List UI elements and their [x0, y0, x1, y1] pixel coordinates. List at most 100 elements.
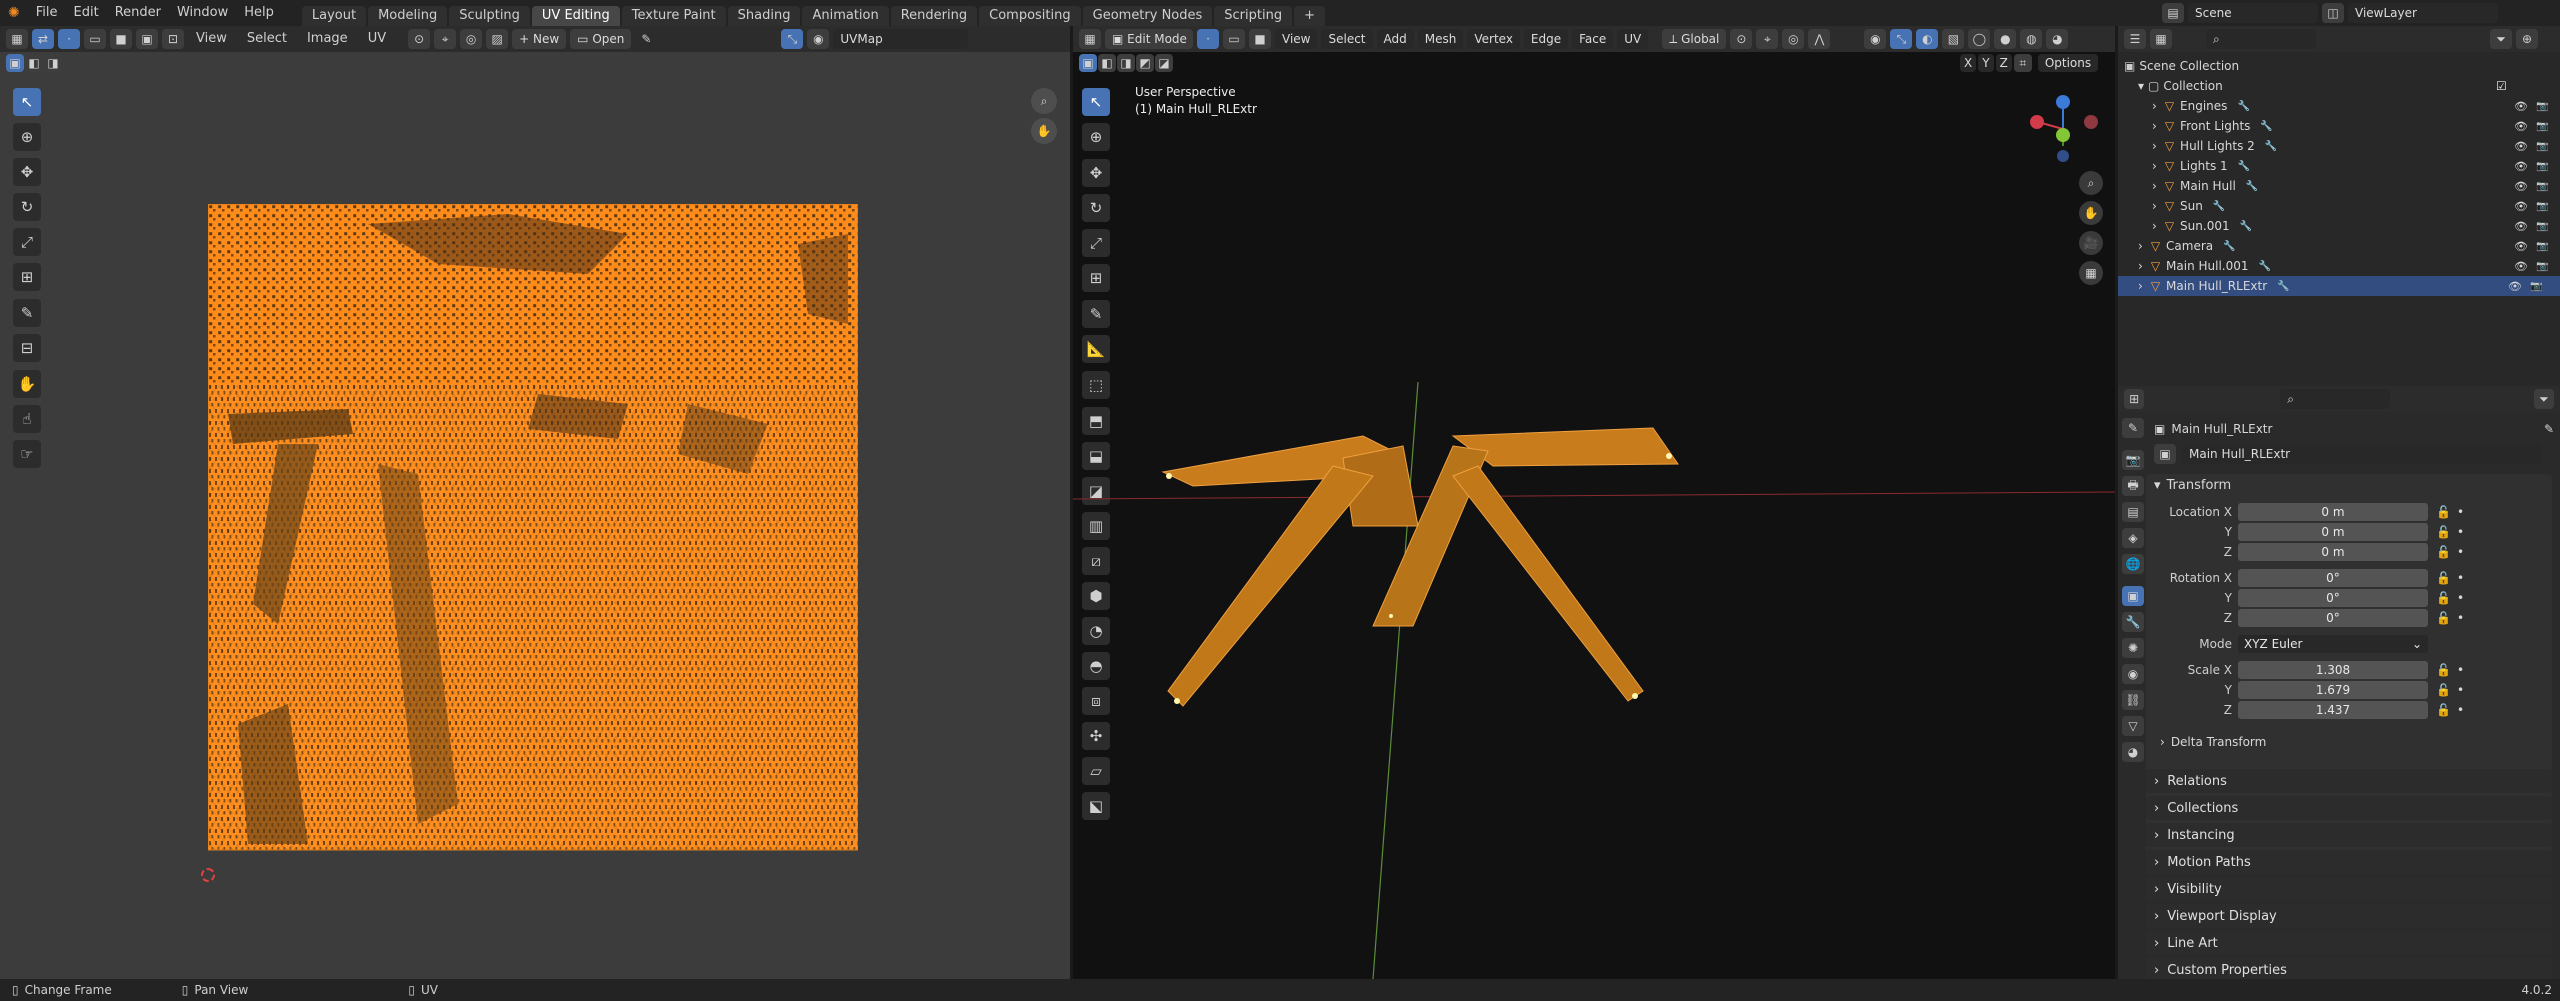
snap-icon[interactable]: ⌖ — [434, 29, 457, 49]
tab-uv-editing[interactable]: UV Editing — [531, 6, 620, 26]
panel-expand-icon[interactable]: › — [2154, 828, 2159, 843]
panel-expand-icon[interactable]: › — [2154, 963, 2159, 978]
lock-rotation-x-icon[interactable]: 🔓 — [2436, 571, 2451, 585]
render-tab-icon[interactable]: 📷 — [2122, 450, 2144, 470]
properties-panel[interactable]: › Instancing — [2146, 823, 2552, 847]
rip-tool-icon[interactable]: ⊟ — [13, 334, 41, 362]
menu-render[interactable]: Render — [107, 0, 169, 26]
location-x-field[interactable]: 0 m — [2238, 503, 2428, 521]
rotation-z-field[interactable]: 0° — [2238, 609, 2428, 627]
eye-icon[interactable]: 👁 — [2508, 280, 2522, 293]
edge-mode-icon[interactable]: ▭ — [1223, 29, 1245, 49]
sync-selection-icon[interactable]: ⇄ — [32, 29, 54, 49]
mode-selector[interactable]: ▣ Edit Mode — [1105, 29, 1193, 49]
view-layer-icon[interactable]: ◫ — [2322, 3, 2344, 23]
select-extend-icon[interactable]: ◧ — [25, 54, 43, 72]
vertex-select-icon[interactable]: · — [58, 29, 80, 49]
xray-icon[interactable]: ▧ — [1942, 29, 1965, 49]
keyframe-location-x-icon[interactable]: • — [2457, 505, 2464, 519]
tab-shading[interactable]: Shading — [727, 6, 801, 26]
uv-gizmo-icon[interactable]: ⤡ — [781, 29, 804, 49]
editor-type-icon[interactable]: ▦ — [6, 29, 28, 49]
open-image-button[interactable]: ▭ Open — [570, 29, 632, 49]
tab-animation[interactable]: Animation — [802, 6, 889, 26]
uv-menu-view[interactable]: View — [188, 26, 235, 52]
object-tab-icon[interactable]: ▣ — [2122, 586, 2144, 606]
tab-layout[interactable]: Layout — [301, 6, 367, 26]
lock-rotation-y-icon[interactable]: 🔓 — [2436, 591, 2451, 605]
physics-tab-icon[interactable]: ◉ — [2122, 664, 2144, 684]
world-tab-icon[interactable]: 🌐 — [2122, 554, 2144, 574]
visibility-icon[interactable]: ◉ — [1864, 29, 1887, 49]
modifier-icon[interactable]: 🔧 — [2213, 201, 2225, 212]
expand-arrow-icon[interactable]: › — [2152, 179, 2157, 193]
tab-texture-paint[interactable]: Texture Paint — [621, 6, 726, 26]
panel-expand-icon[interactable]: › — [2154, 936, 2159, 951]
image-browse-icon[interactable]: ▨ — [486, 29, 509, 49]
properties-panel[interactable]: › Visibility — [2146, 877, 2552, 901]
pivot-point-icon[interactable]: ⊙ — [1730, 29, 1753, 49]
eye-icon[interactable]: 👁 — [2514, 200, 2528, 213]
outliner-item[interactable]: › ▽ Main Hull 🔧 👁 📷 — [2124, 176, 2560, 196]
panel-expand-icon[interactable]: › — [2154, 909, 2159, 924]
properties-panel[interactable]: › Viewport Display — [2146, 904, 2552, 928]
camera-render-icon[interactable]: 📷 — [2536, 101, 2548, 112]
modifier-icon[interactable]: 🔧 — [2246, 181, 2258, 192]
edge-select-icon[interactable]: ▭ — [84, 29, 106, 49]
properties-panel[interactable]: › Relations — [2146, 769, 2552, 793]
uv-overlay-icon[interactable]: ◉ — [807, 29, 830, 49]
menu-edit[interactable]: Edit — [66, 0, 107, 26]
vp-menu-vertex[interactable]: Vertex — [1467, 29, 1520, 49]
eye-icon[interactable]: 👁 — [2514, 120, 2528, 133]
tab-modeling[interactable]: Modeling — [368, 6, 448, 26]
rotation-x-field[interactable]: 0° — [2238, 569, 2428, 587]
constraints-tab-icon[interactable]: ⛓ — [2122, 690, 2144, 710]
lock-location-x-icon[interactable]: 🔓 — [2436, 505, 2451, 519]
outliner-search-input[interactable]: ⌕ — [2206, 29, 2316, 49]
eye-icon[interactable]: 👁 — [2514, 140, 2528, 153]
lock-location-y-icon[interactable]: 🔓 — [2436, 525, 2451, 539]
uv-zoom-icon[interactable]: ⌕ — [1031, 88, 1057, 114]
data-tab-icon[interactable]: ▽ — [2122, 716, 2144, 736]
vp-select-subtract-icon[interactable]: ◨ — [1117, 54, 1135, 72]
outliner-editor-type-icon[interactable]: ☰ — [2124, 29, 2146, 49]
object-name-field[interactable]: Main Hull_RLExtr — [2182, 444, 2542, 464]
view-layer-tab-icon[interactable]: ▤ — [2122, 502, 2144, 522]
particles-tab-icon[interactable]: ✺ — [2122, 638, 2144, 658]
scene-icon[interactable]: ▤ — [2162, 3, 2184, 23]
scale-y-field[interactable]: 1.679 — [2238, 681, 2428, 699]
properties-panel[interactable]: › Collections — [2146, 796, 2552, 820]
vp-select-invert-icon[interactable]: ◩ — [1136, 54, 1154, 72]
properties-panel[interactable]: › Line Art — [2146, 931, 2552, 955]
uv-2d-cursor-icon[interactable] — [201, 868, 215, 882]
mirror-x-toggle[interactable]: X — [1960, 54, 1977, 72]
scale-z-field[interactable]: 1.437 — [2238, 701, 2428, 719]
pin-properties-icon[interactable]: ✎ — [2544, 422, 2554, 436]
scene-field[interactable]: Scene — [2188, 3, 2318, 23]
camera-render-icon[interactable]: 📷 — [2536, 221, 2548, 232]
properties-options-icon[interactable]: ⏷ — [2533, 389, 2554, 409]
keyframe-scale-x-icon[interactable]: • — [2457, 663, 2464, 677]
tool-tab-icon[interactable]: ✎ — [2122, 418, 2144, 438]
gizmo-y-axis[interactable] — [2056, 128, 2070, 142]
eye-icon[interactable]: 👁 — [2514, 160, 2528, 173]
grab-tool-icon[interactable]: ✋ — [13, 370, 41, 398]
eye-icon[interactable]: 👁 — [2514, 260, 2528, 273]
scale-tool-icon[interactable]: ⤢ — [13, 228, 41, 256]
keyframe-location-z-icon[interactable]: • — [2457, 545, 2464, 559]
expand-arrow-icon[interactable]: › — [2152, 139, 2157, 153]
uv-menu-image[interactable]: Image — [299, 26, 356, 52]
panel-expand-icon[interactable]: › — [2154, 882, 2159, 897]
viewport-scene[interactable] — [1073, 146, 2115, 979]
island-select-icon[interactable]: ▣ — [136, 29, 158, 49]
lock-rotation-z-icon[interactable]: 🔓 — [2436, 611, 2451, 625]
mirror-y-toggle[interactable]: Y — [1978, 54, 1994, 72]
tab-compositing[interactable]: Compositing — [979, 6, 1081, 26]
expand-arrow-icon[interactable]: › — [2152, 199, 2157, 213]
camera-render-icon[interactable]: 📷 — [2536, 261, 2548, 272]
eye-icon[interactable]: 👁 — [2514, 220, 2528, 233]
mirror-z-toggle[interactable]: Z — [1995, 54, 2012, 72]
expand-arrow-icon[interactable]: ▾ — [2138, 79, 2144, 93]
outliner-collection[interactable]: ▾ ▢ Collection ☑ — [2124, 76, 2560, 96]
modifier-icon[interactable]: 🔧 — [2237, 101, 2249, 112]
